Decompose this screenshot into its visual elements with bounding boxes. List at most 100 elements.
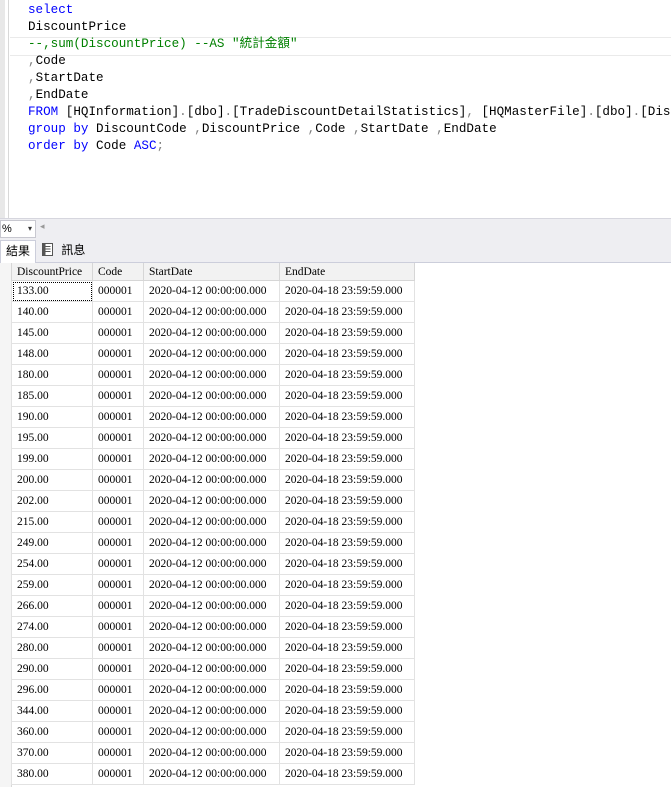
code-line[interactable]: ,StartDate xyxy=(28,70,671,87)
table-row[interactable]: 202.00 000001 2020-04-12 00:00:00.000 2020-… xyxy=(11,490,415,512)
table-row[interactable]: 145.00 000001 2020-04-12 00:00:00.000 2020-… xyxy=(11,322,415,344)
code-line[interactable]: order by Code ASC; xyxy=(28,138,671,155)
table-cell[interactable]: 2020-04-18 23:59:59.000 xyxy=(279,679,415,701)
table-cell[interactable]: 000001 xyxy=(92,364,144,386)
table-cell[interactable]: 000001 xyxy=(92,322,144,344)
code-line[interactable]: ,EndDate xyxy=(28,87,671,104)
table-cell[interactable]: 000001 xyxy=(92,448,144,470)
table-cell[interactable]: 000001 xyxy=(92,469,144,491)
table-cell[interactable]: 266.00 xyxy=(11,595,93,617)
scroll-left-icon[interactable]: ◂ xyxy=(40,221,45,232)
table-cell[interactable]: 2020-04-12 00:00:00.000 xyxy=(143,469,280,491)
table-cell[interactable]: 2020-04-18 23:59:59.000 xyxy=(279,700,415,722)
table-cell[interactable]: 274.00 xyxy=(11,616,93,638)
table-cell[interactable]: 2020-04-12 00:00:00.000 xyxy=(143,385,280,407)
table-cell[interactable]: 2020-04-12 00:00:00.000 xyxy=(143,406,280,428)
table-row[interactable]: 133.00 000001 2020-04-12 00:00:00.000 2020-… xyxy=(11,280,415,302)
table-cell[interactable]: 2020-04-18 23:59:59.000 xyxy=(279,301,415,323)
table-cell[interactable]: 000001 xyxy=(92,763,144,785)
table-cell[interactable]: 2020-04-18 23:59:59.000 xyxy=(279,763,415,785)
table-cell[interactable]: 145.00 xyxy=(11,322,93,344)
table-cell[interactable]: 148.00 xyxy=(11,343,93,365)
table-cell[interactable]: 2020-04-12 00:00:00.000 xyxy=(143,511,280,533)
table-row[interactable]: 249.00 000001 2020-04-12 00:00:00.000 2020-… xyxy=(11,532,415,554)
table-cell[interactable]: 000001 xyxy=(92,574,144,596)
table-cell[interactable]: 2020-04-18 23:59:59.000 xyxy=(279,532,415,554)
table-cell[interactable]: 249.00 xyxy=(11,532,93,554)
table-cell[interactable]: 296.00 xyxy=(11,679,93,701)
table-cell[interactable]: 140.00 xyxy=(11,301,93,323)
sql-code[interactable]: select DiscountPrice --,sum(DiscountPrice)… xyxy=(28,2,671,155)
table-cell[interactable]: 2020-04-12 00:00:00.000 xyxy=(143,364,280,386)
table-row[interactable]: 280.00 000001 2020-04-12 00:00:00.000 2020-… xyxy=(11,637,415,659)
table-cell[interactable]: 200.00 xyxy=(11,469,93,491)
table-cell[interactable]: 000001 xyxy=(92,280,144,302)
table-row[interactable]: 215.00 000001 2020-04-12 00:00:00.000 2020-… xyxy=(11,511,415,533)
table-cell[interactable]: 380.00 xyxy=(11,763,93,785)
table-cell[interactable]: 370.00 xyxy=(11,742,93,764)
table-row[interactable]: 296.00 000001 2020-04-12 00:00:00.000 2020-… xyxy=(11,679,415,701)
tab-results[interactable]: 結果 xyxy=(0,240,37,263)
code-line[interactable]: ,Code xyxy=(28,53,671,70)
table-cell[interactable]: 2020-04-18 23:59:59.000 xyxy=(279,574,415,596)
table-cell[interactable]: 2020-04-12 00:00:00.000 xyxy=(143,637,280,659)
table-cell[interactable]: 290.00 xyxy=(11,658,93,680)
sql-editor[interactable]: select DiscountPrice --,sum(DiscountPrice)… xyxy=(0,0,671,218)
table-cell[interactable]: 2020-04-18 23:59:59.000 xyxy=(279,742,415,764)
table-row[interactable]: 195.00 000001 2020-04-12 00:00:00.000 2020-… xyxy=(11,427,415,449)
table-cell[interactable]: 254.00 xyxy=(11,553,93,575)
code-line[interactable]: --,sum(DiscountPrice) --AS "統計金額" xyxy=(28,36,671,53)
table-row[interactable]: 290.00 000001 2020-04-12 00:00:00.000 2020-… xyxy=(11,658,415,680)
table-cell[interactable]: 2020-04-12 00:00:00.000 xyxy=(143,301,280,323)
table-cell[interactable]: 000001 xyxy=(92,343,144,365)
table-cell[interactable]: 2020-04-18 23:59:59.000 xyxy=(279,511,415,533)
table-cell[interactable]: 2020-04-12 00:00:00.000 xyxy=(143,343,280,365)
table-cell[interactable]: 000001 xyxy=(92,700,144,722)
table-cell[interactable]: 2020-04-12 00:00:00.000 xyxy=(143,721,280,743)
table-cell[interactable]: 000001 xyxy=(92,385,144,407)
table-cell[interactable]: 000001 xyxy=(92,427,144,449)
table-cell[interactable]: 000001 xyxy=(92,406,144,428)
table-cell[interactable]: 2020-04-12 00:00:00.000 xyxy=(143,595,280,617)
table-cell[interactable]: 2020-04-18 23:59:59.000 xyxy=(279,616,415,638)
code-line[interactable]: DiscountPrice xyxy=(28,19,671,36)
table-cell[interactable]: 000001 xyxy=(92,658,144,680)
table-cell[interactable]: 133.00 xyxy=(11,280,93,302)
table-cell[interactable]: 215.00 xyxy=(11,511,93,533)
table-cell[interactable]: 2020-04-12 00:00:00.000 xyxy=(143,763,280,785)
table-cell[interactable]: 2020-04-12 00:00:00.000 xyxy=(143,280,280,302)
table-cell[interactable]: 000001 xyxy=(92,637,144,659)
table-cell[interactable]: 2020-04-12 00:00:00.000 xyxy=(143,448,280,470)
table-cell[interactable]: 2020-04-12 00:00:00.000 xyxy=(143,679,280,701)
code-line[interactable]: FROM [HQInformation].[dbo].[TradeDiscoun… xyxy=(28,104,671,121)
table-cell[interactable]: 180.00 xyxy=(11,364,93,386)
table-cell[interactable]: 2020-04-18 23:59:59.000 xyxy=(279,658,415,680)
table-row[interactable]: 370.00 000001 2020-04-12 00:00:00.000 2020-… xyxy=(11,742,415,764)
table-row[interactable]: 266.00 000001 2020-04-12 00:00:00.000 2020-… xyxy=(11,595,415,617)
table-row[interactable]: 274.00 000001 2020-04-12 00:00:00.000 2020-… xyxy=(11,616,415,638)
table-cell[interactable]: 000001 xyxy=(92,301,144,323)
table-row[interactable]: 259.00 000001 2020-04-12 00:00:00.000 2020-… xyxy=(11,574,415,596)
table-cell[interactable]: 2020-04-18 23:59:59.000 xyxy=(279,427,415,449)
code-line[interactable]: select xyxy=(28,2,671,19)
table-cell[interactable]: 000001 xyxy=(92,490,144,512)
table-cell[interactable]: 2020-04-12 00:00:00.000 xyxy=(143,427,280,449)
table-cell[interactable]: 360.00 xyxy=(11,721,93,743)
table-row[interactable]: 344.00 000001 2020-04-12 00:00:00.000 2020-… xyxy=(11,700,415,722)
table-cell[interactable]: 2020-04-12 00:00:00.000 xyxy=(143,532,280,554)
column-header[interactable]: DiscountPrice xyxy=(11,263,93,281)
zoom-dropdown[interactable]: % ▾ xyxy=(0,220,36,238)
table-cell[interactable]: 000001 xyxy=(92,511,144,533)
results-grid[interactable]: DiscountPrice Code StartDate EndDate 133… xyxy=(0,263,671,787)
table-cell[interactable]: 185.00 xyxy=(11,385,93,407)
column-header[interactable]: EndDate xyxy=(279,263,415,281)
results-table[interactable]: DiscountPrice Code StartDate EndDate 133… xyxy=(11,263,415,785)
table-cell[interactable]: 000001 xyxy=(92,721,144,743)
table-row[interactable]: 180.00 000001 2020-04-12 00:00:00.000 2020-… xyxy=(11,364,415,386)
table-cell[interactable]: 190.00 xyxy=(11,406,93,428)
table-cell[interactable]: 000001 xyxy=(92,595,144,617)
table-cell[interactable]: 2020-04-18 23:59:59.000 xyxy=(279,721,415,743)
table-cell[interactable]: 2020-04-12 00:00:00.000 xyxy=(143,700,280,722)
table-cell[interactable]: 2020-04-18 23:59:59.000 xyxy=(279,364,415,386)
table-cell[interactable]: 2020-04-12 00:00:00.000 xyxy=(143,322,280,344)
